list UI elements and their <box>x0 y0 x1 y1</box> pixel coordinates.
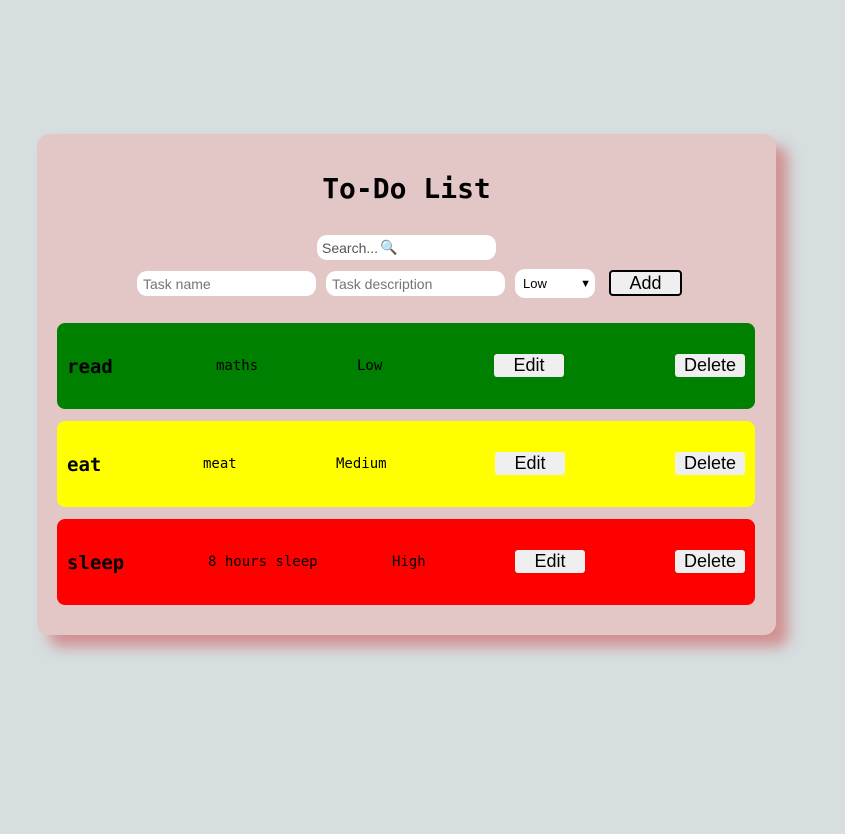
delete-button[interactable]: Delete <box>675 452 745 475</box>
todo-card: To-Do List Search... 🔍 Task name Task de… <box>37 134 776 635</box>
task-name: eat <box>67 454 102 476</box>
task-item: eat meat Medium Edit Delete <box>57 421 755 507</box>
edit-button[interactable]: Edit <box>494 354 564 377</box>
task-item: read maths Low Edit Delete <box>57 323 755 409</box>
delete-button[interactable]: Delete <box>675 354 745 377</box>
priority-selected-value: Low <box>523 276 547 291</box>
task-priority: Medium <box>336 456 387 472</box>
priority-select[interactable]: Low ▼ <box>515 269 595 298</box>
add-button[interactable]: Add <box>609 270 682 296</box>
task-description-placeholder: Task description <box>332 275 433 292</box>
chevron-down-icon: ▼ <box>580 277 591 290</box>
task-name-input[interactable]: Task name <box>137 271 316 296</box>
task-name: sleep <box>67 552 125 574</box>
task-description: maths <box>216 358 259 374</box>
task-name: read <box>67 356 113 378</box>
task-description: meat <box>203 456 237 472</box>
search-placeholder: Search... <box>322 239 379 256</box>
task-priority: High <box>392 554 426 570</box>
delete-button[interactable]: Delete <box>675 550 745 573</box>
task-description: 8 hours sleep <box>208 554 318 570</box>
page-title: To-Do List <box>322 172 491 205</box>
search-input[interactable]: Search... 🔍 <box>317 235 496 260</box>
edit-button[interactable]: Edit <box>515 550 585 573</box>
task-priority: Low <box>357 358 383 374</box>
task-description-input[interactable]: Task description <box>326 271 505 296</box>
task-item: sleep 8 hours sleep High Edit Delete <box>57 519 755 605</box>
task-name-placeholder: Task name <box>143 275 211 292</box>
edit-button[interactable]: Edit <box>495 452 565 475</box>
magnifier-icon: 🔍 <box>380 239 398 255</box>
